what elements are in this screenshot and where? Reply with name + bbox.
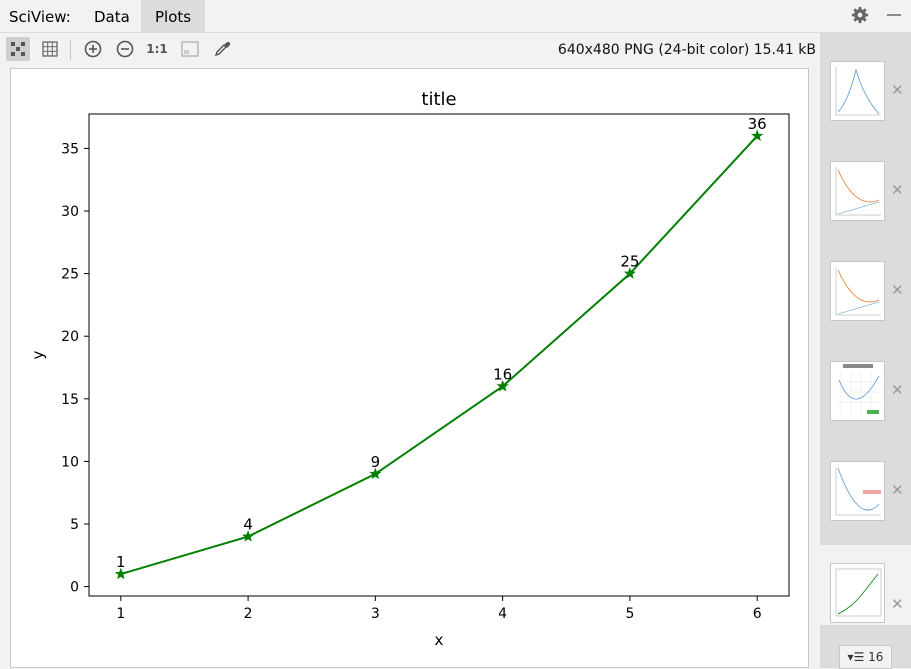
data-label: 1 xyxy=(116,553,126,571)
y-tick-label: 5 xyxy=(70,517,79,533)
data-label: 16 xyxy=(493,365,512,383)
zoom-in-icon[interactable] xyxy=(81,37,105,61)
plot-canvas: title x y 1 2 3 4 5 6 0 5 10 15 20 25 30 35 1 4 9 16 25 36 xyxy=(10,68,809,668)
close-icon[interactable]: ✕ xyxy=(891,595,904,613)
toolbar-separator xyxy=(70,40,71,60)
zoom-out-icon[interactable] xyxy=(113,37,137,61)
close-icon[interactable]: ✕ xyxy=(891,181,904,199)
tab-plots[interactable]: Plots xyxy=(141,0,206,32)
y-tick-label: 20 xyxy=(61,329,79,345)
x-tick-label: 3 xyxy=(371,606,380,622)
background-icon[interactable] xyxy=(178,37,202,61)
data-label: 36 xyxy=(748,115,767,133)
y-tick-label: 15 xyxy=(61,392,79,408)
thumbnail-row[interactable]: ✕ xyxy=(820,251,911,331)
plot-thumbnail[interactable] xyxy=(830,61,885,121)
plot-thumbnail[interactable] xyxy=(830,563,885,623)
y-axis-label: y xyxy=(29,350,47,359)
color-picker-icon[interactable] xyxy=(210,37,234,61)
plot-thumbnail[interactable] xyxy=(830,461,885,521)
x-tick-label: 6 xyxy=(753,606,762,622)
sciview-title: SciView: xyxy=(9,8,71,26)
plots-sidebar: ✕ ✕ ✕ ✕ ✕ ✕ ▾☰ 16 xyxy=(820,33,911,669)
thumbnail-row[interactable]: ✕ xyxy=(820,51,911,131)
fit-view-icon[interactable] xyxy=(6,37,30,61)
thumbnail-row-selected[interactable]: ✕ xyxy=(820,545,911,625)
x-tick-label: 1 xyxy=(116,606,125,622)
close-icon[interactable]: ✕ xyxy=(891,281,904,299)
count-label: 16 xyxy=(868,650,884,664)
data-label: 25 xyxy=(620,253,639,271)
data-label: 4 xyxy=(243,516,253,534)
thumbnail-row[interactable]: ✕ xyxy=(820,451,911,531)
y-tick-label: 0 xyxy=(70,580,79,596)
thumbnail-row[interactable]: ✕ xyxy=(820,151,911,231)
tab-data[interactable]: Data xyxy=(80,0,144,32)
actual-size-icon[interactable]: 1:1 xyxy=(145,37,169,61)
plot-toolbar: 1:1 640x480 PNG (24-bit color) 15.41 kB xyxy=(0,33,820,65)
x-tick-label: 4 xyxy=(498,606,507,622)
gear-icon[interactable] xyxy=(851,6,869,24)
image-info: 640x480 PNG (24-bit color) 15.41 kB xyxy=(557,42,816,58)
plot-thumbnail[interactable] xyxy=(830,261,885,321)
thumbnail-count[interactable]: ▾☰ 16 xyxy=(820,645,911,669)
chart-title: title xyxy=(421,89,456,110)
y-tick-label: 25 xyxy=(61,267,79,283)
list-menu-icon: ▾☰ xyxy=(847,650,865,664)
minimize-icon[interactable] xyxy=(887,14,901,16)
x-tick-label: 2 xyxy=(244,606,253,622)
y-tick-label: 10 xyxy=(61,454,79,470)
plot-thumbnail[interactable] xyxy=(830,161,885,221)
close-icon[interactable]: ✕ xyxy=(891,381,904,399)
close-icon[interactable]: ✕ xyxy=(891,481,904,499)
y-tick-label: 35 xyxy=(61,141,79,157)
actual-size-label: 1:1 xyxy=(146,42,168,56)
close-icon[interactable]: ✕ xyxy=(891,81,904,99)
y-tick-label: 30 xyxy=(61,204,79,220)
thumbnail-row[interactable]: ✕ xyxy=(820,351,911,431)
x-tick-label: 5 xyxy=(625,606,634,622)
grid-icon[interactable] xyxy=(38,37,62,61)
data-label: 9 xyxy=(371,453,381,471)
x-axis-label: x xyxy=(435,631,444,649)
line-chart: title x y 1 2 3 4 5 6 0 5 10 15 20 25 30 35 1 4 9 16 25 36 xyxy=(29,89,790,649)
series-line xyxy=(120,135,758,576)
axes-frame xyxy=(88,113,790,597)
plot-thumbnail[interactable] xyxy=(830,361,885,421)
sciview-header: SciView: Data Plots xyxy=(0,0,911,33)
